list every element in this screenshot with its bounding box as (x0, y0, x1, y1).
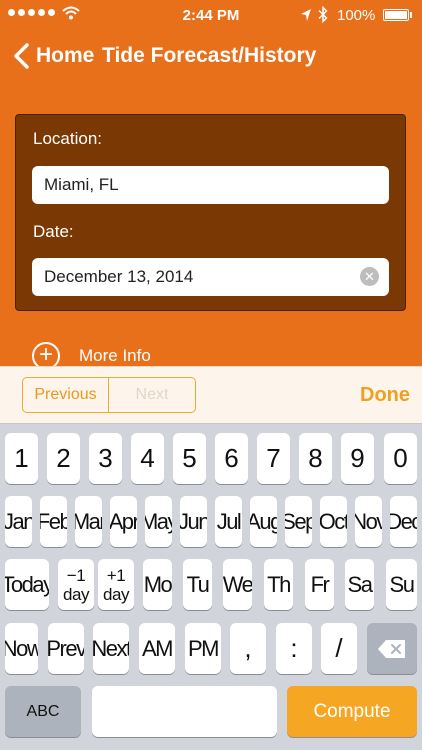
location-arrow-icon (301, 9, 311, 21)
battery-tip (410, 12, 412, 18)
key-plus-one-day-bottom: day (103, 584, 129, 604)
key-feb[interactable]: Feb (40, 496, 67, 547)
key-jan[interactable]: Jan (5, 496, 32, 547)
key-nov[interactable]: Nov (355, 496, 382, 547)
key-may[interactable]: May (145, 496, 172, 547)
key-pm[interactable]: PM (185, 623, 221, 674)
back-button[interactable]: Home (36, 44, 94, 68)
key-aug[interactable]: Aug (250, 496, 277, 547)
nav-bar: Home Tide Forecast/History (0, 32, 422, 82)
key-we[interactable]: We (223, 559, 252, 610)
key-th[interactable]: Th (264, 559, 293, 610)
key-plus-one-day[interactable]: +1 day (98, 559, 134, 610)
key-sep[interactable]: Sep (285, 496, 312, 547)
bluetooth-icon (318, 6, 328, 23)
status-bar: 2:44 PM 100% (0, 0, 422, 32)
key-0[interactable]: 0 (384, 433, 417, 484)
battery-icon (383, 9, 409, 21)
key-minus-one-day-bottom: day (63, 584, 89, 604)
key-am[interactable]: AM (139, 623, 175, 674)
key-mar[interactable]: Mar (75, 496, 102, 547)
location-input[interactable]: Miami, FL (32, 166, 389, 204)
key-fr[interactable]: Fr (305, 559, 334, 610)
keyboard-accessory-bar: Previous Next Done (0, 366, 422, 424)
key-now[interactable]: Now (5, 623, 38, 674)
more-info-label: More Info (79, 346, 151, 365)
key-minus-one-day[interactable]: −1 day (58, 559, 94, 610)
key-9[interactable]: 9 (341, 433, 374, 484)
key-oct[interactable]: Oct (320, 496, 347, 547)
date-value: December 13, 2014 (44, 267, 194, 286)
key-8[interactable]: 8 (299, 433, 332, 484)
key-3[interactable]: 3 (89, 433, 122, 484)
key-1[interactable]: 1 (5, 433, 38, 484)
key-comma[interactable]: , (230, 623, 266, 674)
key-jul[interactable]: Jul (215, 496, 242, 547)
key-4[interactable]: 4 (131, 433, 164, 484)
key-plus-one-day-top: +1 (106, 565, 126, 585)
key-mo[interactable]: Mo (143, 559, 172, 610)
key-slash[interactable]: / (321, 623, 357, 674)
date-label: Date: (33, 222, 74, 241)
back-chevron-icon[interactable] (10, 42, 32, 70)
key-colon[interactable]: : (276, 623, 312, 674)
key-minus-one-day-top: −1 (66, 565, 86, 585)
date-input[interactable]: December 13, 2014 ✕ (32, 258, 389, 296)
key-5[interactable]: 5 (173, 433, 206, 484)
space-key[interactable] (92, 686, 277, 737)
battery-percent: 100% (337, 7, 376, 24)
key-6[interactable]: 6 (215, 433, 248, 484)
page-title: Tide Forecast/History (102, 44, 317, 67)
previous-button[interactable]: Previous (22, 377, 109, 413)
abc-key[interactable]: ABC (5, 686, 81, 737)
location-label: Location: (33, 129, 102, 148)
next-button[interactable]: Next (108, 377, 196, 413)
key-sa[interactable]: Sa (345, 559, 374, 610)
form-panel: Location: Miami, FL Date: December 13, 2… (15, 114, 406, 311)
key-su[interactable]: Su (386, 559, 417, 610)
key-tu[interactable]: Tu (183, 559, 212, 610)
keyboard: 1 2 3 4 5 6 7 8 9 0 Jan Feb Mar Apr May … (0, 424, 422, 750)
key-2[interactable]: 2 (47, 433, 80, 484)
done-button[interactable]: Done (360, 384, 410, 407)
clear-icon[interactable]: ✕ (360, 267, 379, 286)
key-prev[interactable]: Prev (48, 623, 84, 674)
key-today[interactable]: Today (5, 559, 49, 610)
key-dec[interactable]: Dec (390, 496, 417, 547)
key-apr[interactable]: Apr (110, 496, 137, 547)
backspace-key[interactable] (367, 623, 417, 674)
key-jun[interactable]: Jun (180, 496, 207, 547)
compute-button[interactable]: Compute (287, 686, 417, 737)
location-value: Miami, FL (44, 175, 119, 194)
key-7[interactable]: 7 (257, 433, 290, 484)
key-next[interactable]: Next (93, 623, 129, 674)
backspace-icon (378, 639, 405, 658)
